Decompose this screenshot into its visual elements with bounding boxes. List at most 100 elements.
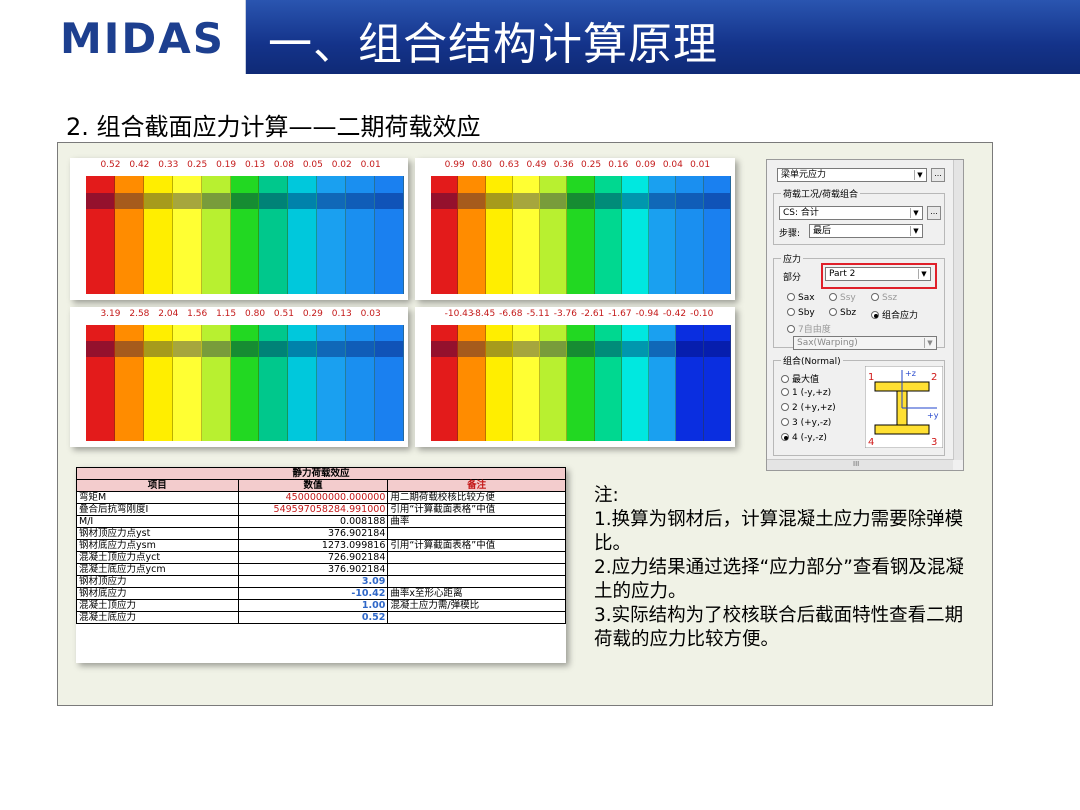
section-subtitle: 2. 组合截面应力计算——二期荷载效应 — [66, 113, 481, 141]
contour-band-strip — [431, 192, 458, 210]
midas-logo: MIDAS — [60, 14, 226, 63]
slide-header: MIDAS 一、组合结构计算原理 — [0, 0, 1080, 74]
opt-sax[interactable]: Sax — [787, 293, 815, 303]
opt-sby[interactable]: Sby — [787, 308, 815, 318]
contour-band-strip — [288, 341, 317, 358]
contour-legend-label: 0.05 — [302, 160, 323, 170]
chevron-down-icon: ▼ — [924, 338, 935, 348]
contour-legend-label: 0.01 — [690, 160, 711, 170]
result-type-more-button[interactable]: ... — [931, 168, 945, 182]
loadcase-select[interactable]: CS: 合计 ▼ — [779, 206, 923, 220]
row-note: 引用“计算截面表格”中值 — [387, 503, 566, 516]
contour-band — [567, 325, 595, 441]
contour-band-strip — [567, 192, 594, 210]
header-item: 项目 — [76, 479, 239, 492]
contour-band — [512, 176, 541, 294]
contour-band-strip — [649, 341, 676, 358]
contour-legend-label: 0.52 — [100, 160, 121, 170]
result-type-select[interactable]: 梁单元应力 ▼ — [777, 168, 927, 182]
row-item: 叠合后抗弯刚度I — [76, 503, 239, 516]
contour-band — [230, 176, 260, 294]
contour-legend-label: 0.49 — [526, 160, 547, 170]
title-bar: 一、组合结构计算原理 — [246, 0, 1080, 74]
panel-horizontal-scrollbar[interactable]: III — [767, 459, 953, 470]
row-item: 混凝土顶应力 — [76, 599, 239, 612]
contour-bands — [86, 325, 404, 441]
contour-legend-label: 0.51 — [273, 309, 294, 319]
contour-band-strip — [621, 192, 649, 210]
part-highlight-box — [821, 263, 937, 289]
panel-vertical-scrollbar[interactable] — [953, 160, 963, 460]
contour-band — [676, 325, 704, 441]
contour-legend-label: 2.58 — [129, 309, 150, 319]
row-note: 曲率 — [387, 515, 566, 528]
table-row: 混凝土顶应力点yct 726.902184 — [76, 551, 566, 564]
opt-ssz[interactable]: Ssz — [871, 293, 897, 303]
axis-z-label: +z — [905, 369, 916, 378]
opt-sbz[interactable]: Sbz — [829, 308, 856, 318]
header-value: 数值 — [237, 479, 389, 492]
row-note — [387, 563, 566, 576]
row-value: 1.00 — [237, 599, 389, 612]
row-note — [387, 575, 566, 588]
contour-band — [346, 325, 376, 441]
logo-area: MIDAS — [0, 0, 246, 74]
contour-legend-label: -0.42 — [662, 309, 687, 319]
opt-7dof[interactable]: 7自由度 — [787, 322, 831, 335]
contour-band-strip — [172, 192, 201, 210]
opt-point-1[interactable]: 1 (-y,+z) — [781, 388, 831, 398]
row-note: 曲率x至形心距离 — [387, 587, 566, 600]
table-row: 钢材顶应力 3.09 — [76, 575, 566, 588]
contour-band-strip — [201, 341, 230, 358]
opt-point-2[interactable]: 2 (+y,+z) — [781, 403, 836, 413]
opt-point-3[interactable]: 3 (+y,-z) — [781, 418, 831, 428]
loadcase-more-button[interactable]: ... — [927, 206, 941, 220]
part-label: 部分 — [783, 273, 802, 283]
row-value: 1273.099816 — [237, 539, 389, 552]
contour-band — [649, 176, 677, 294]
contour-band-strip — [594, 192, 621, 210]
contour-band-strip — [288, 192, 317, 210]
contour-legend-label: -2.61 — [581, 309, 605, 319]
contour-band-strip — [567, 341, 594, 358]
contour-band-strip — [259, 192, 288, 210]
static-load-table: 静力荷载效应 项目 数值 备注 弯矩M 4500000000.000000 用二期荷… — [76, 467, 566, 624]
opt-ssy[interactable]: Ssy — [829, 293, 856, 303]
axis-y-label: +y — [927, 411, 939, 420]
contour-band — [143, 176, 173, 294]
contour-legend-label: 0.16 — [608, 160, 629, 170]
contour-legend-label: 0.29 — [302, 309, 323, 319]
contour-band — [86, 176, 115, 294]
row-value: 0.008188 — [237, 515, 389, 528]
opt-combined[interactable]: 组合应力 — [871, 308, 918, 321]
contour-legend-label: 0.09 — [635, 160, 656, 170]
normal-group-label: 组合(Normal) — [781, 354, 843, 367]
notes-block: 注: 1.换算为钢材后，计算混凝土应力需要除弹模比。 2.应力结果通过选择“应力… — [594, 484, 979, 652]
contour-band — [346, 176, 376, 294]
contour-legend-label: 0.19 — [216, 160, 237, 170]
contour-band — [458, 176, 486, 294]
contour-legend-label: 0.13 — [245, 160, 266, 170]
contour-band — [201, 325, 231, 441]
contour-band — [703, 176, 731, 294]
contour-legend-label: 0.03 — [360, 309, 381, 319]
contour-legend-label: 0.63 — [499, 160, 520, 170]
stress-settings-panel: 梁单元应力 ▼ ... 荷载工况/荷载组合 CS: 合计 ▼ ... 步骤: 最… — [766, 159, 964, 471]
step-select[interactable]: 最后 ▼ — [809, 224, 923, 238]
contour-band-strip — [703, 192, 730, 210]
contour-band — [703, 325, 731, 441]
contour-band-strip — [512, 192, 540, 210]
contour-concrete-top: 0.99 0.80 0.63 0.49 0.36 0.25 0.16 0.09 0.04 0.01 — [415, 158, 735, 300]
row-item: 钢材底应力点ysm — [76, 539, 239, 552]
warping-select[interactable]: Sax(Warping) ▼ — [793, 336, 937, 350]
opt-max[interactable]: 最大值 — [781, 372, 819, 385]
contour-band — [143, 325, 173, 441]
row-item: 钢材顶应力 — [76, 575, 239, 588]
opt-point-4[interactable]: 4 (-y,-z) — [781, 433, 827, 443]
row-item: 混凝土底应力 — [76, 611, 239, 624]
contour-band — [621, 325, 650, 441]
contour-band — [230, 325, 260, 441]
contour-band — [431, 325, 459, 441]
contour-legend-label: 1.56 — [187, 309, 208, 319]
table-row: 混凝土顶应力 1.00 混凝土应力需/弹模比 — [76, 599, 566, 612]
